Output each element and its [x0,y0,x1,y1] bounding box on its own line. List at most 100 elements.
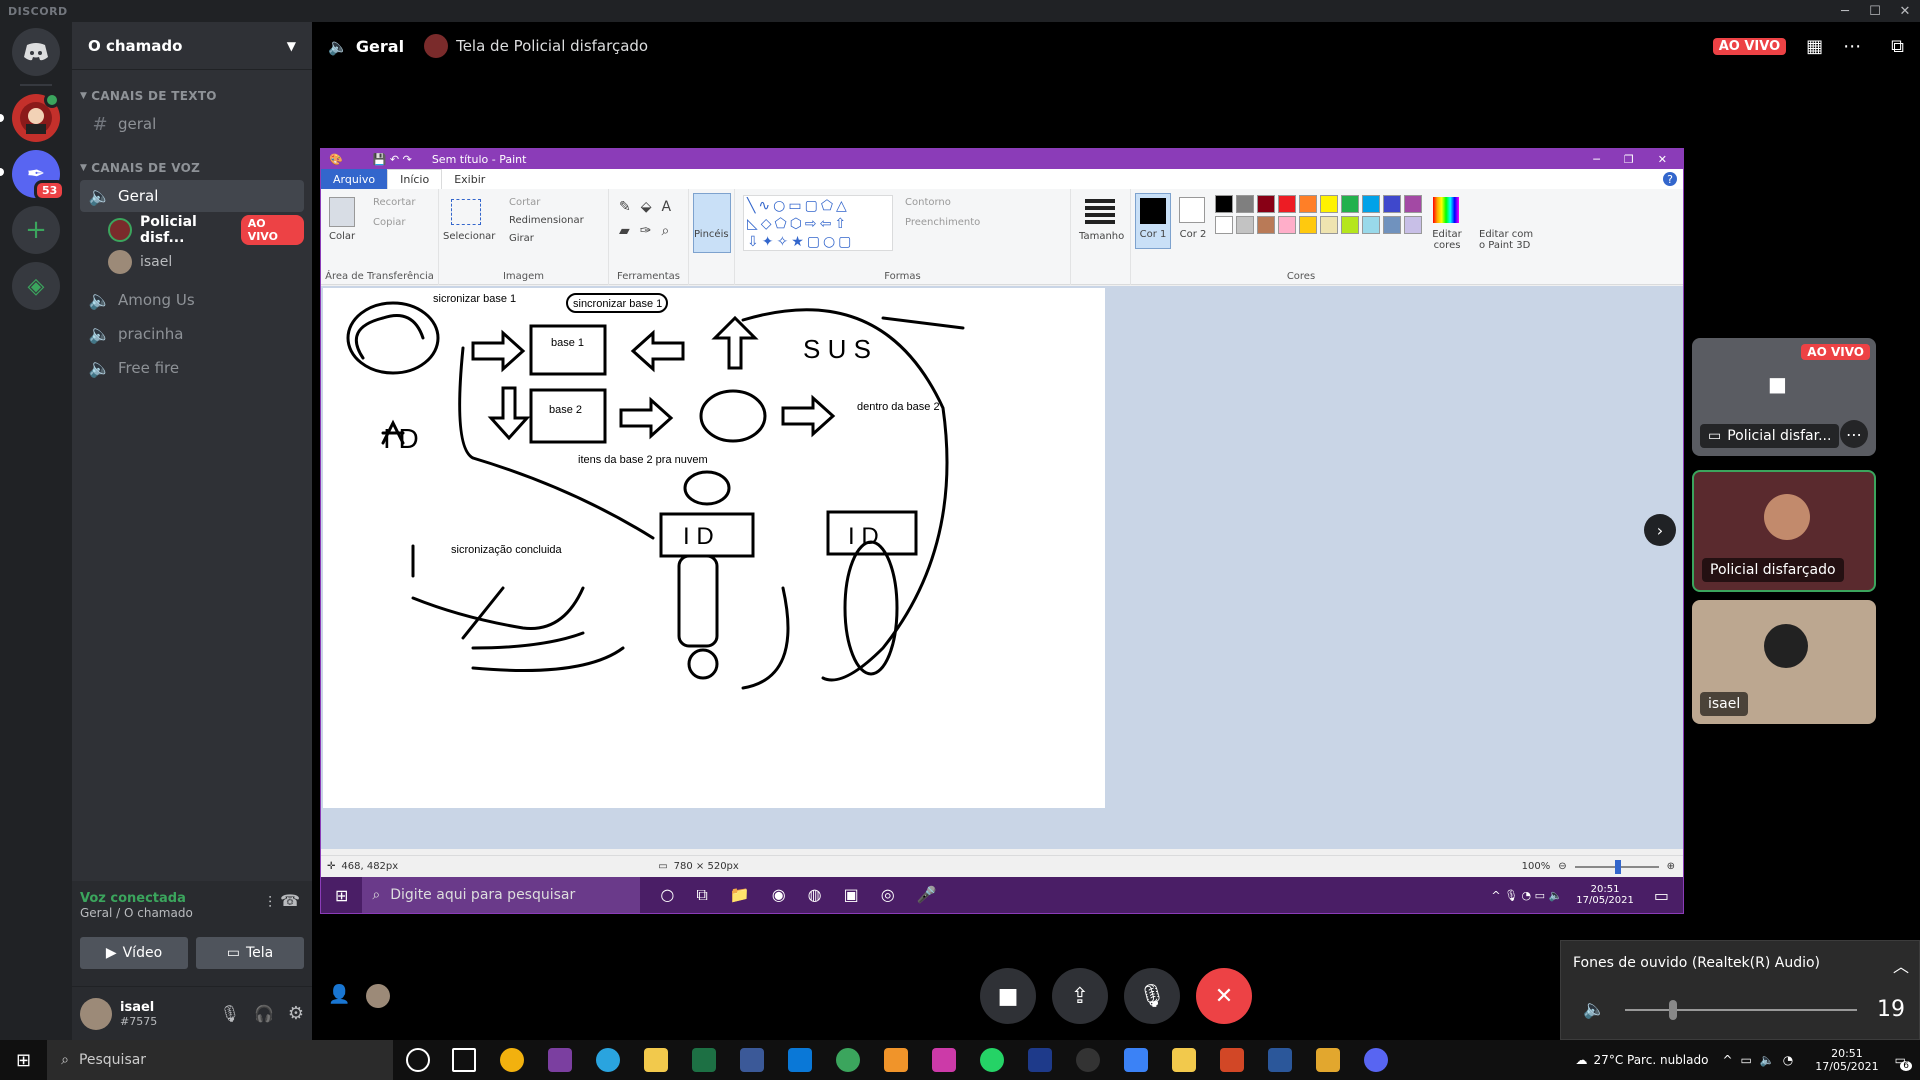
select-button[interactable]: Selecionar [443,231,495,242]
color2-button[interactable] [1179,197,1205,223]
fill-button[interactable]: Preenchimento [905,217,980,228]
palette-swatch[interactable] [1215,195,1233,213]
color-palette[interactable] [1215,195,1422,234]
camera-button[interactable]: ■ [980,968,1036,1024]
inner-taskbar-apps[interactable]: ○⧉📁◉◍▣◎🎤 [660,885,958,905]
screen-share-button[interactable]: ⇪ [1052,968,1108,1024]
taskbar-search[interactable]: ⌕ Pesquisar [47,1040,394,1080]
windows-start-icon[interactable]: ⊞ [335,886,348,905]
minimize-icon[interactable]: ─ [1830,0,1860,22]
palette-swatch[interactable] [1320,195,1338,213]
outline-button[interactable]: Contorno [905,197,951,208]
palette-swatch[interactable] [1404,216,1422,234]
zoom-in-icon[interactable]: ⊕ [1667,861,1675,872]
category-text[interactable]: ▼ CANAIS DE TEXTO [72,86,312,106]
cut-button[interactable]: Recortar [373,197,416,208]
disconnect-icon[interactable]: ☎ [280,891,300,910]
whatsapp-icon[interactable] [980,1048,1004,1072]
vscode-icon[interactable] [788,1048,812,1072]
voice-channel-geral[interactable]: 🔈 Geral [80,180,304,212]
restore-icon[interactable]: ❐ [1624,153,1634,166]
powershell-icon[interactable] [1028,1048,1052,1072]
grid-icon[interactable]: ▦ [1806,36,1823,57]
popout-icon[interactable]: ⧉ [1891,36,1904,57]
task-view-icon[interactable] [452,1048,476,1072]
channel-geral-text[interactable]: # geral [80,108,304,140]
add-server-icon[interactable]: + [12,206,60,254]
palette-swatch[interactable] [1383,195,1401,213]
shapes-gallery[interactable]: ╲∿○▭▢⬠△ ◺◇⬠⬡⇨⇦⇧ ⇩✦✧★▢○▢ [743,195,893,251]
palette-swatch[interactable] [1404,195,1422,213]
voice-channel-pracinha[interactable]: 🔈 pracinha [80,318,304,350]
avatar[interactable] [80,997,112,1030]
palette-swatch[interactable] [1278,216,1296,234]
app-icon[interactable] [1172,1048,1196,1072]
weather-text[interactable]: 27°C Parc. nublado [1594,1053,1709,1067]
volume-icon[interactable]: 🔈 [1583,999,1605,1020]
video-button[interactable]: ▶ Vídeo [80,937,188,969]
palette-swatch[interactable] [1299,195,1317,213]
excel-icon[interactable] [692,1048,716,1072]
crop-button[interactable]: Cortar [509,197,540,208]
palette-swatch[interactable] [1341,216,1359,234]
copy-button[interactable]: Copiar [373,217,405,228]
volume-slider[interactable] [1625,1000,1857,1020]
windows-start-icon[interactable]: ⊞ [16,1050,31,1071]
zoom-slider[interactable] [1574,859,1659,874]
app-icon[interactable] [740,1048,764,1072]
resize-button[interactable]: Redimensionar [509,215,584,226]
drawing-canvas[interactable]: sicronizar base 1 sincronizar base 1 bas… [323,288,1105,808]
tile-policial[interactable]: Policial disfarçado [1692,470,1876,592]
chevron-up-icon[interactable]: ︿ [1893,953,1909,977]
pencil-icon[interactable]: ✎⬙A [619,199,681,215]
category-voice[interactable]: ▼ CANAIS DE VOZ [72,158,312,178]
next-page-button[interactable]: › [1644,514,1676,546]
color1-button[interactable] [1135,193,1171,249]
discord-home-icon[interactable] [12,28,60,76]
eraser-icon[interactable]: ▰✑⌕ [619,223,679,239]
screen-button[interactable]: ▭ Tela [196,937,304,969]
tab-exibir[interactable]: Exibir [442,169,497,189]
more-icon[interactable]: ⋯ [1843,36,1861,57]
tab-inicio[interactable]: Início [387,169,443,189]
rotate-button[interactable]: Girar [509,233,534,244]
minimize-icon[interactable]: ─ [1593,153,1600,166]
guild-header[interactable]: O chamado ▼ [72,22,312,70]
palette-swatch[interactable] [1257,216,1275,234]
app-icon[interactable] [932,1048,956,1072]
tray-icons[interactable]: ^▭🔈◔ [1722,1053,1801,1067]
cortana-icon[interactable] [406,1048,430,1072]
size-icon[interactable] [1085,199,1115,203]
noise-suppression-icon[interactable]: ⫶ [268,893,272,913]
add-person-icon[interactable]: 👤 [328,984,350,1005]
chrome-icon[interactable] [500,1048,524,1072]
sublime-icon[interactable] [884,1048,908,1072]
palette-swatch[interactable] [1362,216,1380,234]
leave-call-button[interactable]: ✕ [1196,968,1252,1024]
mic-button[interactable]: 🎙 [1124,968,1180,1024]
app-icon[interactable] [1124,1048,1148,1072]
phpstorm-icon[interactable] [548,1048,572,1072]
close-icon[interactable]: ✕ [1658,153,1667,166]
powerpoint-icon[interactable] [1220,1048,1244,1072]
edit-colors-button[interactable]: Editar cores [1427,229,1467,251]
headphones-icon[interactable]: 🎧 [254,1004,274,1023]
palette-swatch[interactable] [1236,216,1254,234]
help-icon[interactable]: ? [1663,172,1677,186]
telegram-icon[interactable] [596,1048,620,1072]
more-icon[interactable]: ⋯ [1840,420,1868,448]
mic-icon[interactable]: 🎙 [220,1004,240,1023]
edit-colors-icon[interactable] [1433,197,1459,223]
palette-swatch[interactable] [1383,216,1401,234]
notification-icon[interactable]: ▭ [1654,886,1669,905]
github-icon[interactable] [1076,1048,1100,1072]
palette-swatch[interactable] [1257,195,1275,213]
palette-swatch[interactable] [1341,195,1359,213]
brushes-button[interactable] [693,193,731,253]
voice-user-policial[interactable]: Policial disf... AO VIVO [108,214,304,246]
app-icon[interactable] [1268,1048,1292,1072]
gear-icon[interactable]: ⚙ [288,1003,304,1024]
tile-isael[interactable]: isael [1692,600,1876,724]
zoom-out-icon[interactable]: ⊖ [1558,861,1566,872]
paint3d-button[interactable]: Editar com o Paint 3D [1479,229,1539,251]
